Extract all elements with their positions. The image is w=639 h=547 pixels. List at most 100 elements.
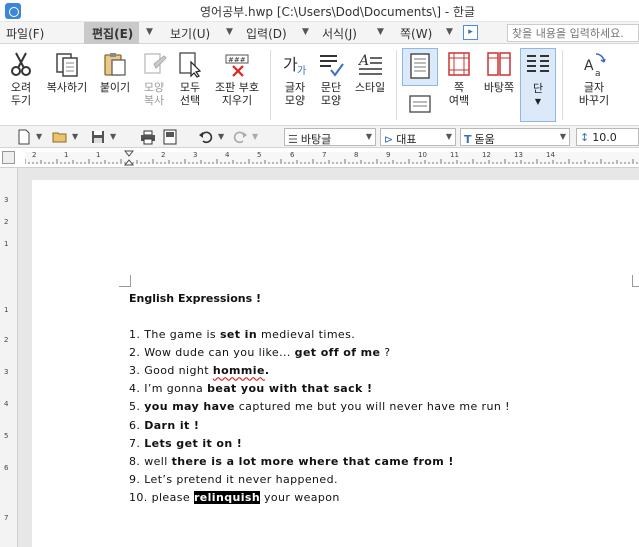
document-line[interactable]: 9. Let’s pretend it never happened. (129, 473, 338, 486)
document-area[interactable]: English Expressions ! 1. The game is set… (18, 168, 639, 547)
search-input[interactable] (507, 24, 639, 42)
list-number: 2. (129, 346, 145, 360)
paragraph-shape-icon (320, 55, 344, 77)
plain-text: Wow dude can you like... (144, 346, 295, 360)
list-number: 3. (129, 364, 145, 378)
plain-text: Good night (144, 364, 213, 378)
document-page[interactable]: English Expressions ! 1. The game is set… (32, 180, 639, 547)
indent-marker-icon[interactable] (124, 150, 134, 166)
save-icon[interactable] (90, 129, 106, 145)
document-line[interactable]: 10. please relinquish your weapon (129, 490, 340, 504)
copy-icon (56, 53, 78, 77)
menu-edit[interactable]: 편집(E) (84, 22, 140, 44)
list-number: 8. (129, 454, 145, 468)
menu-view[interactable]: 보기(U) (170, 25, 210, 42)
preview-icon[interactable] (162, 129, 178, 145)
chevron-down-icon[interactable]: ▼ (252, 132, 258, 141)
document-line[interactable]: 6. Darn it ! (129, 419, 199, 432)
chevron-down-icon[interactable]: ▼ (226, 27, 233, 37)
undo-icon[interactable] (198, 129, 214, 145)
hwp-app-icon[interactable] (5, 3, 21, 19)
document-line[interactable]: 4. I’m gonna beat you with that sack ! (129, 382, 372, 395)
document-line[interactable]: 7. Lets get it on ! (129, 437, 242, 450)
ruler-number: 2 (32, 151, 37, 159)
print-icon[interactable] (140, 129, 156, 145)
list-number: 6. (129, 418, 145, 432)
cut-button[interactable]: 오려 두기 (4, 48, 38, 107)
ruler-number: 6 (4, 464, 9, 472)
vertical-ruler[interactable]: 3 2 1 1 2 3 4 5 6 7 (0, 168, 18, 547)
menu-format[interactable]: 서식(J) (322, 25, 357, 42)
page-border-button[interactable] (404, 94, 436, 114)
format-painter-button[interactable]: 모양 복사 (138, 48, 170, 107)
chevron-down-icon[interactable]: ▼ (36, 132, 42, 141)
char-shape-button[interactable]: 가가 글자 모양 (279, 48, 311, 107)
document-line[interactable]: 8. well there is a lot more where that c… (129, 455, 454, 468)
select-all-button[interactable]: 모두 선택 (174, 48, 206, 107)
language-combo[interactable]: ⊳ 대표 ▼ (380, 128, 456, 146)
document-line[interactable]: 3. Good night hommie. (129, 364, 269, 377)
ruler-number: 7 (322, 151, 327, 159)
plain-text: captured me but you will never have me r… (234, 400, 510, 414)
font-size-icon: ↕ (580, 131, 590, 144)
master-page-button[interactable]: 바탕쪽 (480, 48, 518, 94)
ribbon-toolbar: 오려 두기 복사하기 붙이기 모양 복사 모두 선택 ### 조판 부호 지우기… (0, 44, 639, 126)
tab-type-selector-icon[interactable] (2, 151, 15, 164)
menu-bar: 파일(F) 편집(E) ▼ 보기(U) ▼ 입력(D) ▼ 서식(J) ▼ 쪽(… (0, 22, 639, 44)
copy-button[interactable]: 복사하기 (42, 48, 92, 94)
chevron-down-icon[interactable]: ▼ (72, 132, 78, 141)
menu-insert[interactable]: 입력(D) (246, 25, 287, 42)
style-combo[interactable]: ☰ 바탕글 ▼ (284, 128, 376, 146)
plain-text: I’m gonna (144, 382, 208, 396)
menu-file[interactable]: 파일(F) (6, 25, 44, 42)
paragraph-shape-button[interactable]: 문단 모양 (314, 48, 348, 107)
chevron-down-icon[interactable]: ▼ (218, 132, 224, 141)
plain-text: The game is (144, 328, 220, 341)
ruler-number: 12 (482, 151, 491, 159)
ruler-number: 2 (4, 336, 9, 344)
clear-codes-button[interactable]: ### 조판 부호 지우기 (210, 48, 264, 107)
plain-text: medieval times. (257, 328, 356, 341)
window-title: 영어공부.hwp [C:\Users\Dod\Documents\] - 한글 (200, 5, 476, 19)
open-folder-icon[interactable] (52, 129, 68, 145)
plain-text: your weapon (260, 490, 340, 504)
chevron-down-icon[interactable]: ▼ (110, 132, 116, 141)
toolbox-toggle-icon[interactable]: ▸ (463, 25, 478, 40)
columns-button[interactable]: 단 ▼ (520, 48, 556, 122)
document-line[interactable]: 2. Wow dude can you like... get off of m… (129, 346, 391, 359)
paste-button[interactable]: 붙이기 (96, 48, 134, 94)
chevron-down-icon[interactable]: ▼ (446, 27, 453, 37)
chevron-down-icon: ▼ (534, 97, 542, 106)
document-line[interactable]: 5. you may have captured me but you will… (129, 400, 510, 413)
list-number: 4. (129, 382, 145, 396)
page-margin-button[interactable]: 쪽 여백 (442, 48, 476, 107)
page-view-button[interactable] (402, 48, 438, 86)
replace-char-button[interactable]: Aa 글자 바꾸기 (570, 48, 618, 107)
chevron-down-icon[interactable]: ▼ (377, 27, 384, 37)
ruler-number: 1 (4, 240, 9, 248)
style-button[interactable]: A 스타일 (350, 48, 390, 94)
ruler-number: 7 (4, 514, 9, 522)
document-line[interactable]: 1. The game is set in medieval times. (129, 328, 355, 341)
font-size-combo[interactable]: ↕ 10.0 (576, 128, 639, 146)
ruler-number: 9 (386, 151, 391, 159)
svg-text:A: A (584, 58, 594, 74)
redo-icon[interactable] (232, 129, 248, 145)
bold-text: you may have (144, 400, 235, 414)
new-document-icon[interactable] (16, 129, 32, 145)
bold-text: Lets get it on ! (144, 436, 243, 450)
page-border-icon (409, 95, 431, 113)
menu-page[interactable]: 쪽(W) (400, 25, 432, 42)
plain-text: well (144, 454, 172, 468)
horizontal-ruler[interactable]: 2 1 1 2 3 4 5 6 7 8 9 10 11 12 13 14 (0, 148, 639, 168)
selected-text: relinquish (193, 490, 261, 504)
chevron-down-icon[interactable]: ▼ (302, 27, 309, 37)
ruler-number: 5 (4, 432, 9, 440)
chevron-down-icon[interactable]: ▼ (146, 27, 153, 37)
document-heading[interactable]: English Expressions ! (129, 292, 261, 305)
ruler-number: 8 (354, 151, 359, 159)
margin-corner-mark (119, 275, 131, 287)
list-number: 7. (129, 436, 145, 450)
font-combo[interactable]: T 돋움 ▼ (460, 128, 570, 146)
bold-text: get off of me (294, 346, 381, 360)
